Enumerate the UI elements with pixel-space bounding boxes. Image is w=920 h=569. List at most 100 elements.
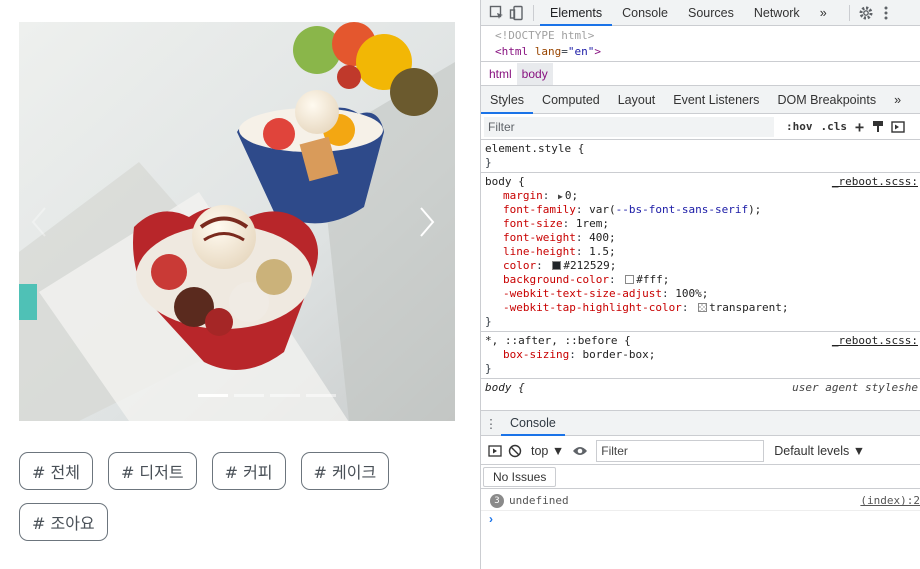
styles-subtabs: Styles Computed Layout Event Listeners D… — [481, 86, 920, 114]
rule-close-brace: } — [485, 315, 492, 328]
toolbar-divider — [848, 4, 850, 21]
drawer-menu-icon[interactable]: ⋮ — [481, 416, 501, 431]
carousel-next-button[interactable] — [411, 202, 441, 242]
tag-button-dessert[interactable]: # 디저트 — [107, 452, 197, 490]
context-selector[interactable]: top ▼ — [525, 444, 570, 458]
rule-selector: element.style { — [485, 142, 585, 155]
declaration-line-height[interactable]: line-height: 1.5; — [485, 245, 920, 259]
tab-network[interactable]: Network — [744, 0, 810, 26]
css-variable-link[interactable]: --bs-font-sans-serif — [616, 203, 748, 216]
declaration-box-sizing[interactable]: box-sizing: border-box; — [485, 348, 920, 362]
tab-event-listeners[interactable]: Event Listeners — [664, 86, 768, 114]
breadcrumb-html[interactable]: html — [484, 63, 517, 85]
sidebar-toggle-icon[interactable] — [888, 117, 908, 137]
declaration-font-weight[interactable]: font-weight: 400; — [485, 231, 920, 245]
console-prompt[interactable]: › — [489, 512, 493, 526]
property-name: font-family — [503, 203, 576, 216]
carousel-indicator[interactable] — [234, 394, 264, 397]
rule-universal[interactable]: _reboot.scss: *, ::after, ::before { box… — [481, 332, 920, 379]
issues-button[interactable]: No Issues — [483, 466, 557, 487]
property-value: 1.5; — [589, 245, 616, 258]
device-toolbar-icon[interactable] — [507, 3, 527, 23]
dom-tag-open: <html — [495, 45, 529, 58]
tab-computed[interactable]: Computed — [533, 86, 609, 114]
tag-button-all[interactable]: # 전체 — [19, 452, 93, 490]
log-levels-selector[interactable]: Default levels ▼ — [768, 444, 871, 458]
tab-layout[interactable]: Layout — [609, 86, 665, 114]
hov-toggle[interactable]: :hov — [782, 120, 817, 133]
declaration-font-family[interactable]: font-family: var(--bs-font-sans-serif); — [485, 203, 920, 217]
tab-sources[interactable]: Sources — [678, 0, 744, 26]
paint-brush-icon[interactable] — [868, 117, 888, 137]
carousel-slide-image — [19, 22, 455, 421]
property-name: font-weight — [503, 231, 576, 244]
declaration-text-size-adjust[interactable]: -webkit-text-size-adjust: 100%; — [485, 287, 920, 301]
property-value: 400; — [589, 231, 616, 244]
console-source-link[interactable]: (index):2 — [860, 494, 920, 507]
kebab-menu-icon[interactable] — [876, 3, 896, 23]
property-value: var( — [589, 203, 616, 216]
tag-button-cake[interactable]: # 케이크 — [300, 452, 390, 490]
console-sidebar-icon[interactable] — [485, 441, 505, 461]
tab-elements[interactable]: Elements — [540, 0, 613, 26]
dom-tree[interactable]: <!DOCTYPE html> <html lang="en"> — [481, 26, 920, 62]
devtools-panel: Elements Console Sources Network » <!DOC… — [480, 0, 920, 569]
declaration-color[interactable]: color: #212529; — [485, 259, 920, 273]
tab-console[interactable]: Console — [612, 0, 678, 26]
property-value: #fff; — [636, 273, 670, 286]
declaration-background-color[interactable]: background-color: #fff; — [485, 273, 920, 287]
clear-console-icon[interactable] — [505, 441, 525, 461]
color-swatch[interactable] — [552, 261, 562, 270]
property-value: #212529; — [563, 259, 617, 272]
dom-tag-close: > — [594, 45, 601, 58]
property-name: -webkit-tap-highlight-color — [503, 301, 682, 314]
chevron-right-icon — [420, 207, 435, 237]
carousel-indicator[interactable] — [270, 394, 300, 397]
carousel-indicator[interactable] — [306, 394, 336, 397]
carousel-indicator[interactable] — [198, 394, 228, 397]
transparent-swatch[interactable] — [698, 303, 708, 312]
image-carousel[interactable] — [19, 22, 455, 421]
toolbar-divider — [533, 4, 534, 21]
property-value: 1rem; — [575, 217, 609, 230]
declaration-margin[interactable]: margin: ▶ 0; — [485, 189, 920, 203]
property-value: ); — [748, 203, 762, 216]
tag-list: # 전체 # 디저트 # 커피 # 케이크 # 조아요 — [19, 452, 459, 541]
rule-source-link[interactable]: _reboot.scss: — [832, 334, 918, 347]
expand-triangle-icon[interactable]: ▶ — [558, 192, 563, 201]
inspect-element-icon[interactable] — [487, 3, 507, 23]
console-filter-input[interactable] — [596, 439, 765, 462]
color-swatch[interactable] — [625, 275, 635, 284]
dom-attr-value: "en" — [567, 45, 595, 58]
tag-button-coffee[interactable]: # 커피 — [211, 452, 286, 490]
rule-source-link[interactable]: _reboot.scss: — [832, 175, 918, 188]
rule-body[interactable]: _reboot.scss: body { margin: ▶ 0; font-fa… — [481, 173, 920, 332]
repeat-count-badge: 3 — [490, 493, 504, 508]
tag-button-like[interactable]: # 조아요 — [19, 503, 108, 541]
property-name: -webkit-text-size-adjust — [503, 287, 662, 300]
rule-element-style[interactable]: element.style { } — [481, 140, 920, 173]
declaration-font-size[interactable]: font-size: 1rem; — [485, 217, 920, 231]
rule-close-brace: } — [485, 362, 492, 375]
dom-doctype-node[interactable]: <!DOCTYPE html> — [481, 28, 920, 44]
web-page: # 전체 # 디저트 # 커피 # 케이크 # 조아요 — [0, 0, 480, 569]
gear-icon[interactable] — [856, 3, 876, 23]
tab-dom-breakpoints[interactable]: DOM Breakpoints — [768, 86, 885, 114]
more-subtabs-button[interactable]: » — [885, 86, 910, 114]
cls-toggle[interactable]: .cls — [817, 120, 852, 133]
carousel-indicators — [19, 394, 455, 397]
more-tabs-button[interactable]: » — [810, 0, 837, 26]
declaration-tap-highlight-color[interactable]: -webkit-tap-highlight-color: transparent… — [485, 301, 920, 315]
console-message[interactable]: 3 undefined (index):2 — [481, 491, 920, 511]
drawer-toolbar: ⋮ Console — [481, 410, 920, 436]
rule-user-agent[interactable]: user agent styleshe body { — [481, 379, 920, 397]
dom-html-node[interactable]: <html lang="en"> — [481, 44, 920, 60]
new-rule-button[interactable]: + — [851, 118, 868, 136]
drawer-tab-console[interactable]: Console — [501, 410, 565, 436]
tab-styles[interactable]: Styles — [481, 86, 534, 114]
breadcrumb-body[interactable]: body — [516, 62, 553, 85]
eye-icon[interactable] — [570, 441, 590, 461]
styles-filter-input[interactable] — [484, 116, 774, 137]
carousel-prev-button[interactable] — [25, 202, 55, 242]
dom-attr-name: lang — [534, 45, 562, 58]
